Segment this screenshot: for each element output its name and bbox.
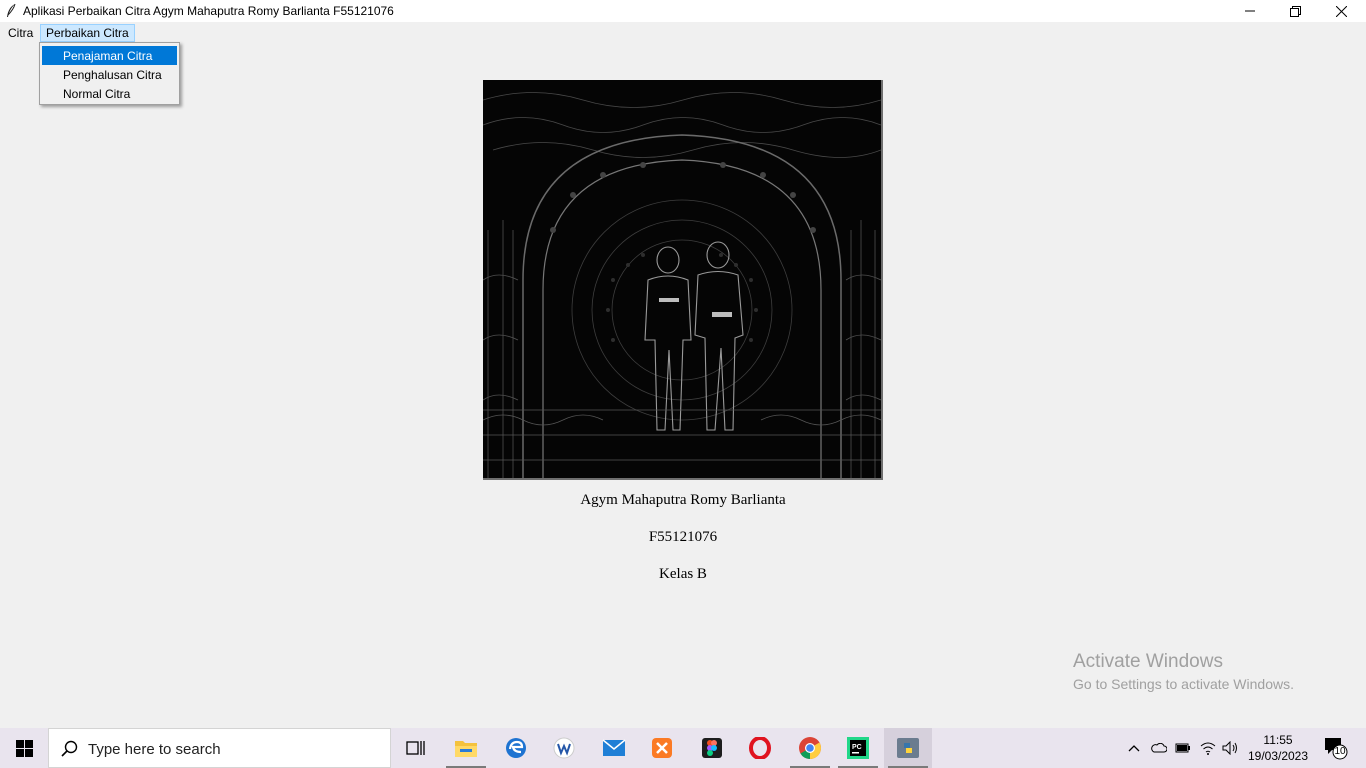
clock-time: 11:55 — [1263, 733, 1293, 747]
edge-icon — [506, 738, 526, 758]
taskbar-search-box[interactable]: Type here to search — [48, 728, 391, 768]
task-view-icon — [406, 741, 425, 755]
python-app-button[interactable] — [884, 728, 932, 768]
search-placeholder: Type here to search — [88, 741, 221, 758]
opera-icon — [749, 737, 771, 759]
menu-item-normal-citra[interactable]: Normal Citra — [42, 84, 177, 103]
restore-button[interactable] — [1272, 0, 1318, 22]
mail-icon — [602, 739, 626, 756]
caption-class: Kelas B — [659, 566, 707, 582]
task-view-button[interactable] — [392, 728, 440, 768]
volume-tray[interactable] — [1219, 728, 1243, 768]
xampp-icon — [652, 738, 672, 758]
show-hidden-icons-button[interactable] — [1122, 728, 1146, 768]
action-center-button[interactable]: 10 — [1320, 734, 1350, 762]
pycharm-icon: PC — [847, 737, 869, 759]
activate-windows-watermark: Activate Windows Go to Settings to activ… — [1073, 651, 1294, 692]
menu-item-penajaman-citra[interactable]: Penajaman Citra — [42, 46, 177, 65]
close-button[interactable] — [1318, 0, 1364, 22]
notification-count: 10 — [1334, 746, 1346, 757]
battery-tray[interactable] — [1171, 728, 1195, 768]
figma-icon — [702, 738, 722, 758]
caption-name: Agym Mahaputra Romy Barlianta — [580, 492, 786, 508]
wifi-icon — [1200, 742, 1216, 755]
feather-icon — [7, 3, 16, 17]
figma-button[interactable] — [688, 728, 736, 768]
edge-detected-photo — [483, 80, 881, 478]
minimize-icon — [1245, 10, 1255, 12]
cloud-icon — [1151, 743, 1167, 753]
taskbar-clock[interactable]: 11:55 19/03/2023 — [1243, 732, 1313, 764]
xampp-button[interactable] — [638, 728, 686, 768]
windows-logo-icon — [15, 739, 33, 757]
menu-bar: Citra Perbaikan Citra — [0, 22, 1366, 42]
mail-button[interactable] — [590, 728, 638, 768]
minimize-button[interactable] — [1227, 0, 1273, 22]
file-explorer-button[interactable] — [442, 728, 490, 768]
start-button[interactable] — [0, 728, 48, 768]
svg-text:PC: PC — [852, 744, 862, 751]
search-icon — [61, 740, 78, 757]
restore-icon — [1289, 5, 1301, 17]
menu-citra[interactable]: Citra — [2, 24, 39, 42]
python-icon — [897, 738, 919, 758]
opera-button[interactable] — [736, 728, 784, 768]
watermark-subtitle: Go to Settings to activate Windows. — [1073, 676, 1294, 692]
title-bar: Aplikasi Perbaikan Citra Agym Mahaputra … — [0, 0, 1366, 22]
menu-perbaikan-citra[interactable]: Perbaikan Citra — [40, 24, 135, 42]
battery-icon — [1175, 743, 1190, 753]
clock-date: 19/03/2023 — [1247, 749, 1309, 763]
caption-student-id: F55121076 — [648, 529, 718, 545]
network-tray[interactable] — [1196, 728, 1220, 768]
watermark-title: Activate Windows — [1073, 651, 1223, 672]
chrome-button[interactable] — [786, 728, 834, 768]
menu-item-penghalusan-citra[interactable]: Penghalusan Citra — [42, 65, 177, 84]
processed-image — [483, 80, 883, 480]
wps-writer-icon — [553, 737, 575, 759]
pycharm-button[interactable]: PC — [834, 728, 882, 768]
file-explorer-icon — [455, 741, 477, 757]
onedrive-tray[interactable] — [1147, 728, 1171, 768]
chevron-up-icon — [1128, 745, 1140, 752]
speaker-icon — [1222, 741, 1237, 755]
close-icon — [1335, 5, 1347, 17]
window-title: Aplikasi Perbaikan Citra Agym Mahaputra … — [23, 4, 394, 18]
perbaikan-citra-dropdown: Penajaman Citra Penghalusan Citra Normal… — [39, 42, 180, 105]
edge-button[interactable] — [492, 728, 540, 768]
taskbar: Type here to search PC 11:55 19/03/2023 … — [0, 728, 1366, 768]
wps-writer-button[interactable] — [540, 728, 588, 768]
chrome-icon — [799, 737, 821, 759]
